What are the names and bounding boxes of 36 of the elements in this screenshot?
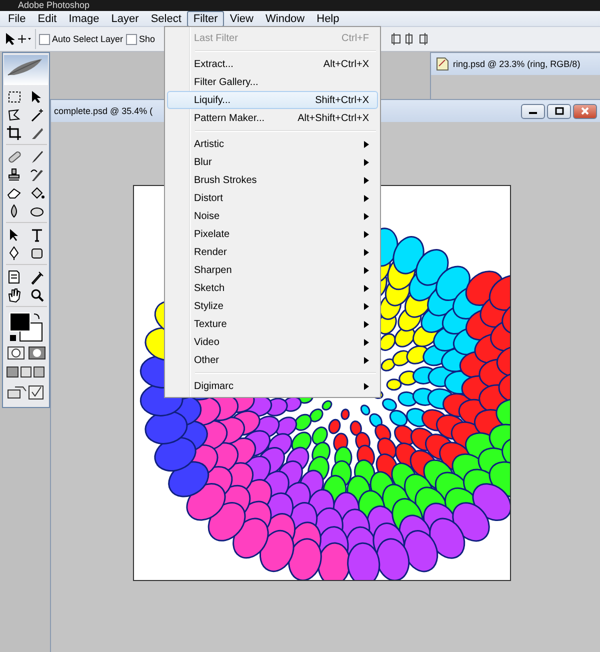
menu-item[interactable]: Layer xyxy=(105,10,145,26)
menu-item[interactable]: Filter Gallery... xyxy=(167,73,378,91)
menu-item[interactable]: Image xyxy=(62,10,106,26)
menu-item[interactable]: Artistic xyxy=(167,135,378,153)
menu-item[interactable]: Select xyxy=(144,10,188,26)
menu-item[interactable]: Edit xyxy=(32,10,63,26)
menu-item[interactable]: Video xyxy=(167,333,378,351)
checkbox-label: Auto Select Layer xyxy=(52,34,124,44)
menu-item[interactable]: Render xyxy=(167,243,378,261)
shortcut-label: Shift+Ctrl+X xyxy=(314,94,369,106)
shortcut-label: Alt+Shift+Ctrl+X xyxy=(296,112,369,124)
menu-item[interactable]: Sketch xyxy=(167,279,378,297)
shortcut-label: Alt+Ctrl+X xyxy=(322,58,369,70)
checkbox-label: Sho xyxy=(139,34,156,44)
menu-item[interactable]: View xyxy=(224,10,260,26)
menu-item[interactable]: Noise xyxy=(167,207,378,225)
window-title: Adobe Photoshop xyxy=(0,0,600,11)
document-title: ring.psd @ 23.3% (ring, RGB/8) xyxy=(453,59,580,69)
menu-item[interactable]: Help xyxy=(310,10,346,26)
menu-item[interactable]: File xyxy=(2,10,32,26)
menu-item[interactable]: Extract... Alt+Ctrl+X xyxy=(167,55,378,73)
menu-item[interactable]: Digimarc xyxy=(167,377,378,395)
menu-item[interactable]: Blur xyxy=(167,153,378,171)
menu-item[interactable]: Other xyxy=(167,351,378,369)
document-title: complete.psd @ 35.4% ( xyxy=(54,106,153,116)
shortcut-label: Ctrl+F xyxy=(340,32,369,44)
menu-item[interactable]: Pixelate xyxy=(167,225,378,243)
menu-item[interactable]: Stylize xyxy=(167,297,378,315)
menu-item[interactable]: Window xyxy=(260,10,311,26)
menu-item[interactable]: Texture xyxy=(167,315,378,333)
menu-item[interactable]: Filter xyxy=(187,10,224,26)
menu-item[interactable]: Distort xyxy=(167,189,378,207)
menu-item[interactable]: Brush Strokes xyxy=(167,171,378,189)
menu-item[interactable]: Sharpen xyxy=(167,261,378,279)
menu-item[interactable]: Pattern Maker... Alt+Shift+Ctrl+X xyxy=(167,109,378,127)
menu-item[interactable]: Liquify... Shift+Ctrl+X xyxy=(167,91,378,109)
